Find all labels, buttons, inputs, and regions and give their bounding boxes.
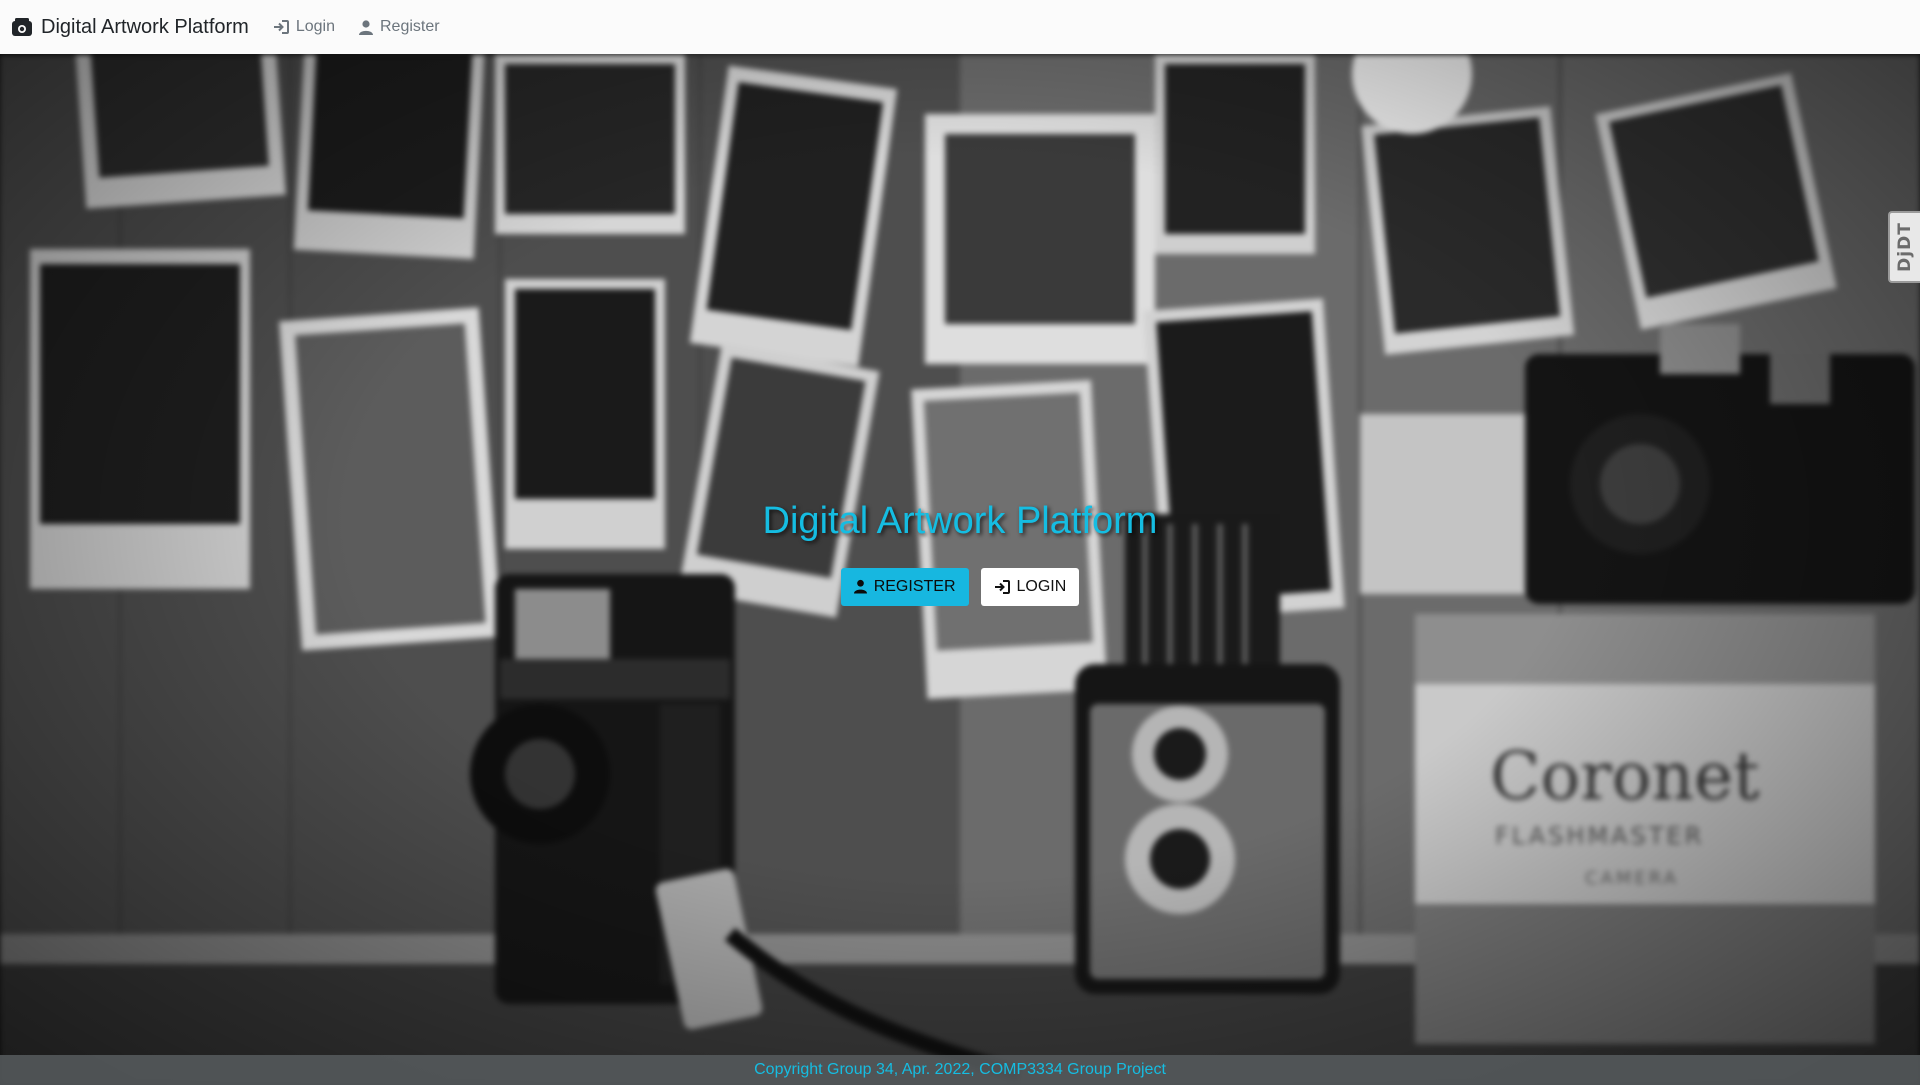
hero-section: Coronet FLASHMASTER CAMERA Digital Artwo… [0,54,1920,1085]
nav-register-link[interactable]: Register [359,18,440,36]
hero-content: Digital Artwork Platform REGISTER LOGIN [0,499,1920,606]
login-button-label: LOGIN [1016,577,1067,595]
hero-title: Digital Artwork Platform [762,500,1158,542]
djdt-label: DjDT [1895,222,1915,272]
sign-in-icon [994,579,1010,594]
user-icon [359,19,373,35]
svg-text:Coronet: Coronet [1490,738,1760,815]
svg-text:FLASHMASTER: FLASHMASTER [1495,822,1704,850]
brand-link[interactable]: Digital Artwork Platform [12,16,249,39]
brand-label: Digital Artwork Platform [41,15,249,38]
hero-button-group: REGISTER LOGIN [0,567,1920,606]
top-navbar: Digital Artwork Platform Login Register [0,0,1920,54]
page-footer: Copyright Group 34, Apr. 2022, COMP3334 … [0,1055,1920,1085]
nav-login-link[interactable]: Login [273,18,335,36]
django-debug-toolbar-handle[interactable]: DjDT [1888,211,1920,283]
svg-text:CAMERA: CAMERA [1585,868,1679,889]
footer-copyright: Copyright Group 34, Apr. 2022, COMP3334 … [754,1061,1166,1078]
nav-login-label: Login [295,18,335,35]
register-button[interactable]: REGISTER [840,567,969,606]
register-button-label: REGISTER [873,577,956,595]
sign-in-icon [273,20,289,34]
camera-icon [12,18,32,36]
login-button[interactable]: LOGIN [980,567,1080,606]
user-icon [853,579,867,594]
nav-register-label: Register [380,18,440,35]
